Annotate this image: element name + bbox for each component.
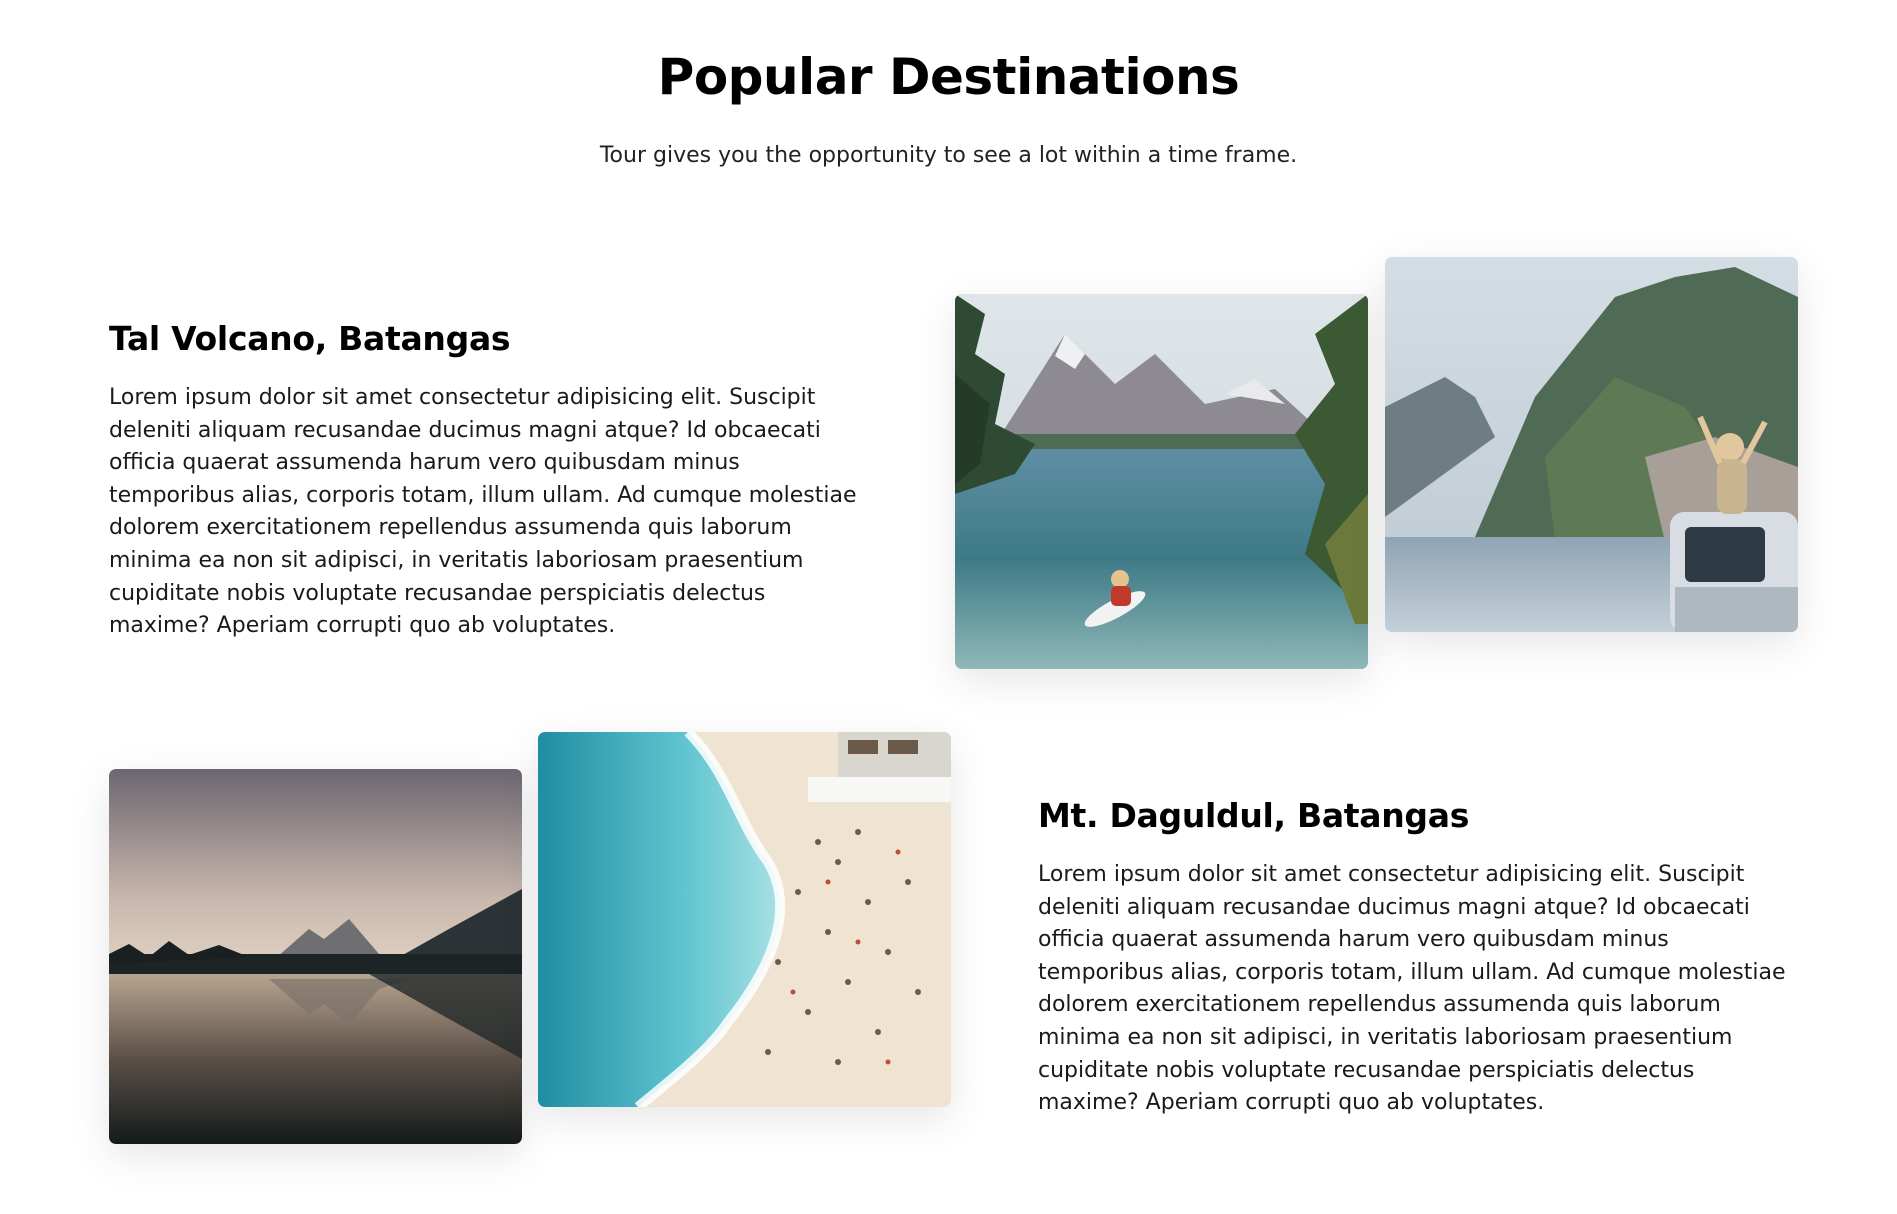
- coastal-mountain-van-photo: [1385, 257, 1798, 632]
- kayak-lake-photo: [955, 294, 1368, 669]
- destination-text-mt-daguldul: Mt. Daguldul, Batangas Lorem ipsum dolor…: [1038, 796, 1798, 1120]
- destination-description: Lorem ipsum dolor sit amet consectetur a…: [109, 385, 857, 639]
- page-subtitle: Tour gives you the opportunity to see a …: [599, 143, 1298, 168]
- destination-heading: Tal Volcano, Batangas: [109, 319, 511, 358]
- destination-heading: Mt. Daguldul, Batangas: [1038, 796, 1470, 835]
- lake-sunset-photo: [109, 769, 522, 1144]
- destination-description: Lorem ipsum dolor sit amet consectetur a…: [1038, 862, 1786, 1116]
- beach-aerial-photo: [538, 732, 951, 1107]
- destination-text-tal-volcano: Tal Volcano, Batangas Lorem ipsum dolor …: [109, 319, 869, 643]
- page-title: Popular Destinations: [657, 48, 1240, 106]
